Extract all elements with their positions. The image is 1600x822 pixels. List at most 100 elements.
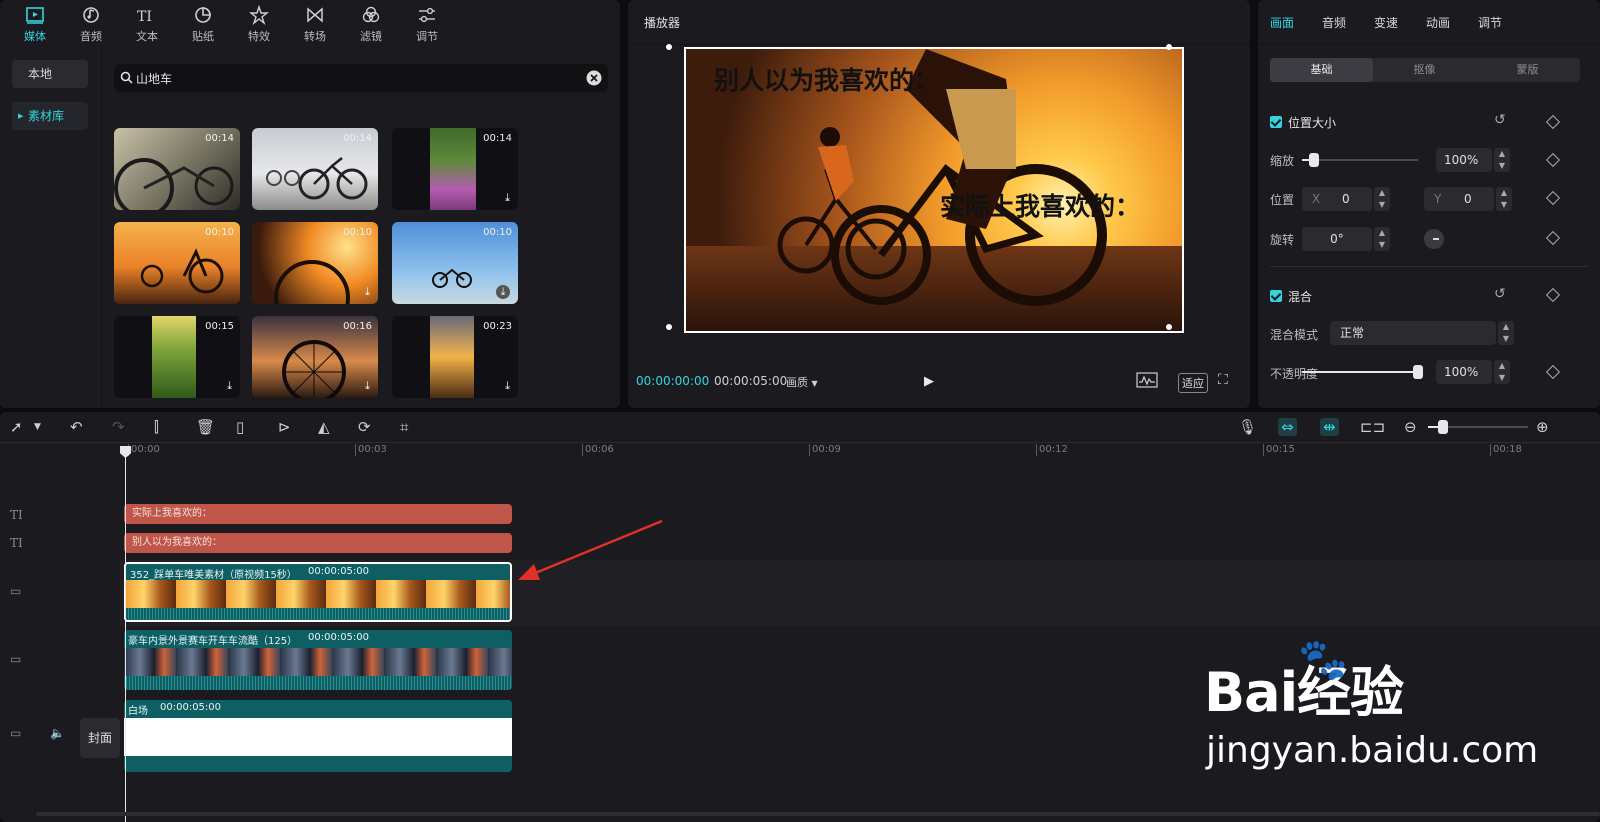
resize-handle[interactable]: [666, 324, 672, 330]
playhead[interactable]: [125, 450, 126, 822]
x-stepper[interactable]: ▲ ▼: [1374, 187, 1390, 211]
tab-picture[interactable]: 画面: [1270, 14, 1294, 31]
download-icon[interactable]: ⤓: [496, 285, 510, 299]
time-ruler[interactable]: [0, 442, 1600, 468]
blend-mode-stepper[interactable]: ▲ ▼: [1498, 321, 1514, 345]
media-thumbnail[interactable]: 00:15 ⤓: [114, 316, 240, 398]
resize-handle[interactable]: [1166, 324, 1172, 330]
tab-audio[interactable]: 音频: [66, 4, 116, 44]
tab-effects[interactable]: 特效: [234, 4, 284, 44]
opacity-stepper[interactable]: ▲ ▼: [1494, 360, 1510, 384]
rotation-dial[interactable]: [1424, 229, 1444, 249]
video-preview[interactable]: 别人以为我喜欢的： 实际上我喜欢的：: [684, 47, 1184, 333]
tab-speed[interactable]: 变速: [1374, 14, 1398, 31]
position-x-input[interactable]: X0: [1302, 187, 1372, 211]
download-icon[interactable]: ⤓: [227, 379, 232, 393]
reverse-icon[interactable]: ⊳: [278, 418, 291, 436]
undo-icon[interactable]: ↶: [70, 418, 83, 436]
scale-slider[interactable]: [1302, 153, 1418, 167]
delete-icon[interactable]: 🗑: [196, 418, 215, 436]
rotation-stepper[interactable]: ▲ ▼: [1374, 227, 1390, 251]
keyframe-icon[interactable]: [1545, 114, 1561, 130]
media-thumbnail[interactable]: 00:14: [252, 128, 378, 210]
redo-icon[interactable]: ↷: [112, 418, 125, 436]
slider-knob[interactable]: [1413, 365, 1423, 379]
rotate-icon[interactable]: ⟳: [358, 418, 371, 436]
reset-icon[interactable]: ↺: [1494, 286, 1506, 302]
position-y-input[interactable]: Y0: [1424, 187, 1494, 211]
auto-snap-icon[interactable]: ⇹: [1320, 418, 1339, 436]
tab-transition[interactable]: 转场: [290, 4, 340, 44]
video-clip-selected[interactable]: 352_踩单车唯美素材（原视频15秒） 00:00:05:00: [124, 562, 512, 622]
speaker-icon[interactable]: 🔈: [50, 726, 65, 740]
media-thumbnail[interactable]: 00:14 ⤓: [392, 128, 518, 210]
sidebar-item-library[interactable]: ▶ 素材库: [12, 102, 88, 130]
keyframe-icon[interactable]: [1545, 287, 1561, 303]
tab-media[interactable]: 媒体: [10, 4, 60, 44]
keyframe-icon[interactable]: [1545, 152, 1561, 168]
rotation-input[interactable]: 0°: [1302, 227, 1372, 251]
freeze-icon[interactable]: ▯: [236, 418, 244, 436]
opacity-input[interactable]: 100%: [1436, 360, 1492, 384]
download-icon[interactable]: ⤓: [365, 379, 370, 393]
search-input[interactable]: 山地车: [114, 64, 608, 92]
blend-mode-select[interactable]: 正常: [1330, 321, 1496, 345]
media-thumbnail[interactable]: 00:10: [114, 222, 240, 304]
fullscreen-icon[interactable]: ⛶: [1218, 372, 1228, 388]
mirror-icon[interactable]: ◭: [318, 418, 330, 436]
play-button[interactable]: ▶: [924, 374, 934, 389]
reset-icon[interactable]: ↺: [1494, 112, 1506, 128]
horizontal-scrollbar[interactable]: [36, 812, 1600, 816]
section-transform[interactable]: 位置大小: [1270, 114, 1336, 131]
tab-text[interactable]: TI 文本: [122, 4, 172, 44]
download-icon[interactable]: ⤓: [505, 191, 510, 205]
cover-button[interactable]: 封面: [80, 718, 120, 758]
slider-knob[interactable]: [1308, 153, 1319, 167]
video-clip[interactable]: 白场 00:00:05:00: [124, 700, 512, 772]
media-thumbnail[interactable]: 00:10 ⤓: [392, 222, 518, 304]
link-icon[interactable]: ⊏⊐: [1360, 418, 1385, 436]
keyframe-icon[interactable]: [1545, 230, 1561, 246]
zoom-slider[interactable]: [1428, 420, 1528, 434]
zoom-in-icon[interactable]: ⊕: [1536, 418, 1549, 436]
checkbox-icon[interactable]: [1270, 290, 1282, 302]
video-clip[interactable]: 豪车内景外景赛车开车车流酷（125） 00:00:05:00: [124, 630, 512, 690]
resize-handle[interactable]: [1166, 44, 1172, 50]
snap-main-track-icon[interactable]: ⇔: [1278, 418, 1297, 436]
tab-audio-props[interactable]: 音频: [1322, 14, 1346, 31]
y-stepper[interactable]: ▲ ▼: [1496, 187, 1512, 211]
keyframe-icon[interactable]: [1545, 190, 1561, 206]
tab-filter[interactable]: 滤镜: [346, 4, 396, 44]
text-clip[interactable]: 实际上我喜欢的：: [124, 504, 512, 524]
segment-basic[interactable]: 基础: [1270, 58, 1373, 82]
caption-middle[interactable]: 实际上我喜欢的：: [940, 187, 1140, 223]
keyframe-icon[interactable]: [1545, 364, 1561, 380]
segment-cutout[interactable]: 抠像: [1373, 58, 1476, 82]
chevron-down-icon[interactable]: ▼: [34, 422, 41, 432]
media-thumbnail[interactable]: 00:16 ⤓: [252, 316, 378, 398]
section-blend[interactable]: 混合: [1270, 288, 1312, 305]
slider-knob[interactable]: [1438, 420, 1448, 434]
clear-search-icon[interactable]: [586, 70, 602, 86]
scale-stepper[interactable]: ▲ ▼: [1494, 148, 1510, 172]
tab-sticker[interactable]: 贴纸: [178, 4, 228, 44]
segment-mask[interactable]: 蒙版: [1476, 58, 1579, 82]
zoom-out-icon[interactable]: ⊖: [1404, 418, 1417, 436]
microphone-icon[interactable]: 🎙: [1238, 418, 1257, 436]
scale-input[interactable]: 100%: [1436, 148, 1492, 172]
split-icon[interactable]: ⫿: [154, 418, 159, 436]
download-icon[interactable]: ⤓: [365, 285, 370, 299]
sidebar-item-local[interactable]: 本地: [12, 60, 88, 88]
quality-dropdown[interactable]: 画质 ▼: [786, 374, 818, 390]
select-tool-icon[interactable]: ➚: [10, 418, 23, 436]
tab-adjust[interactable]: 调节: [402, 4, 452, 44]
tab-animation[interactable]: 动画: [1426, 14, 1450, 31]
checkbox-icon[interactable]: [1270, 116, 1282, 128]
media-thumbnail[interactable]: 00:14: [114, 128, 240, 210]
fit-button[interactable]: 适应: [1178, 373, 1208, 393]
resize-handle[interactable]: [666, 44, 672, 50]
opacity-slider[interactable]: [1302, 365, 1423, 379]
caption-top[interactable]: 别人以为我喜欢的：: [714, 61, 939, 97]
crop-icon[interactable]: ⌗: [400, 418, 408, 436]
waveform-icon[interactable]: [1136, 372, 1158, 388]
